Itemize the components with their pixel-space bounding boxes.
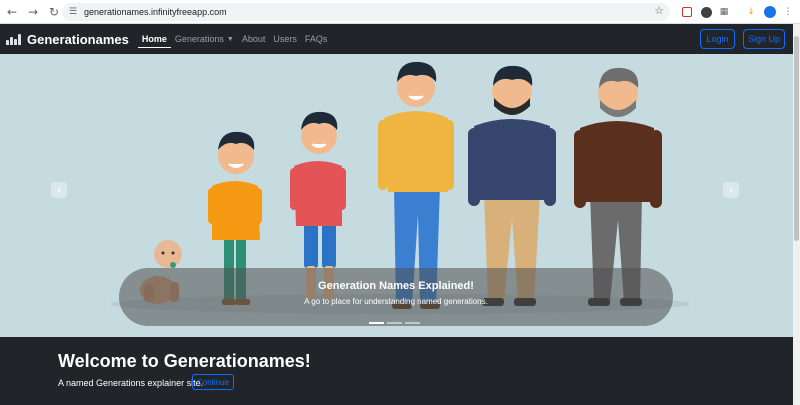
nav-generations-dropdown[interactable]: Generations ▼ [171,30,238,48]
browser-toolbar: ← → ↻ ☰ generationames.infinityfreeapp.c… [0,0,800,24]
carousel-indicators [369,322,420,324]
carousel-indicator-2[interactable] [387,322,402,324]
avatar[interactable] [763,5,777,19]
nav-about[interactable]: About [238,30,270,48]
welcome-title: Welcome to Generationames! [58,351,311,371]
nav-generations-label: Generations [174,34,224,44]
tune-icon[interactable]: ☰ [66,5,80,19]
reload-icon[interactable]: ↻ [45,3,63,21]
address-url[interactable]: generationames.infinityfreeapp.com [84,7,227,17]
caption-text: A go to place for understanding named ge… [304,297,488,306]
hero-carousel: ‹ › Generation Names Explained! A go to … [0,54,800,337]
carousel-prev-button[interactable]: ‹ [51,182,67,198]
continue-button[interactable]: Continue [192,374,235,390]
nav-home[interactable]: Home [137,30,171,48]
bar-chart-logo-icon [6,33,22,45]
nav-users[interactable]: Users [269,30,301,48]
back-arrow-icon[interactable]: ← [3,3,21,21]
nav-faqs[interactable]: FAQs [301,30,332,48]
welcome-subtitle: A named Generations explainer site. [58,378,204,388]
signup-button[interactable]: Sign Up [743,29,785,49]
login-button[interactable]: Login [700,29,735,49]
address-bar[interactable]: ☰ generationames.infinityfreeapp.com ☆ [62,3,670,21]
star-icon[interactable]: ☆ [654,4,664,17]
carousel-caption: Generation Names Explained! A go to plac… [119,268,673,326]
carousel-indicator-3[interactable] [405,322,420,324]
puzzle-icon[interactable]: ▦ [717,5,731,19]
download-icon[interactable]: ↓ [744,5,758,19]
brand-name[interactable]: Generationames [27,32,129,47]
scrollbar-thumb[interactable] [794,36,799,241]
extension-dark-icon[interactable] [699,5,713,19]
carousel-indicator-1[interactable] [369,322,384,324]
carousel-next-button[interactable]: › [723,182,739,198]
site-navbar: Generationames Home Generations ▼ About U… [0,24,800,54]
caret-down-icon: ▼ [226,35,234,43]
page-scrollbar[interactable] [793,24,800,405]
forward-arrow-icon[interactable]: → [24,3,42,21]
brand[interactable]: Generationames [6,32,129,47]
menu-dots-icon[interactable]: ⋮ [781,5,795,19]
nav-links: Home Generations ▼ About Users FAQs [137,30,332,48]
extension-red-icon[interactable] [680,5,694,19]
welcome-section: Welcome to Generationames! A named Gener… [0,337,800,405]
caption-title: Generation Names Explained! [318,280,474,292]
